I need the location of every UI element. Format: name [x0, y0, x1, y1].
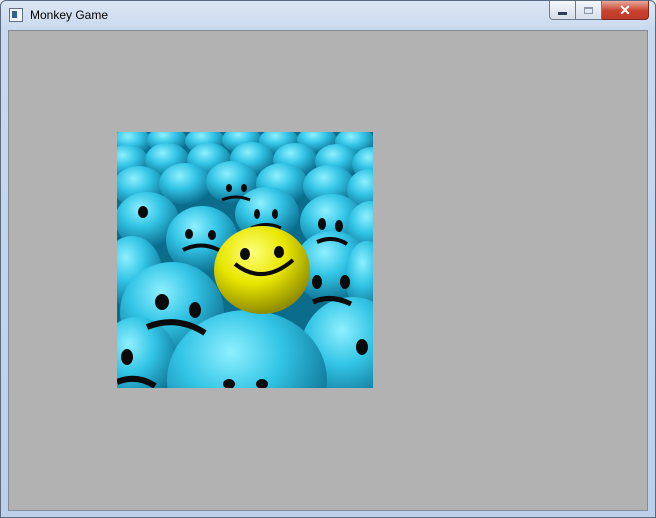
- close-button[interactable]: ✕: [602, 1, 649, 20]
- minimize-icon: [558, 11, 567, 15]
- maximize-button[interactable]: [576, 1, 602, 20]
- game-canvas[interactable]: [8, 30, 648, 511]
- window-icon[interactable]: [9, 8, 23, 22]
- close-icon: ✕: [619, 2, 631, 18]
- caption-buttons: ✕: [549, 1, 649, 21]
- smiley-image-svg: [117, 132, 373, 388]
- smiley-balls-image: [117, 132, 373, 388]
- window-title: Monkey Game: [30, 8, 109, 22]
- title-bar[interactable]: Monkey Game ✕: [1, 1, 655, 29]
- app-window: Monkey Game ✕: [0, 0, 656, 518]
- maximize-icon: [584, 6, 593, 14]
- minimize-button[interactable]: [549, 1, 576, 20]
